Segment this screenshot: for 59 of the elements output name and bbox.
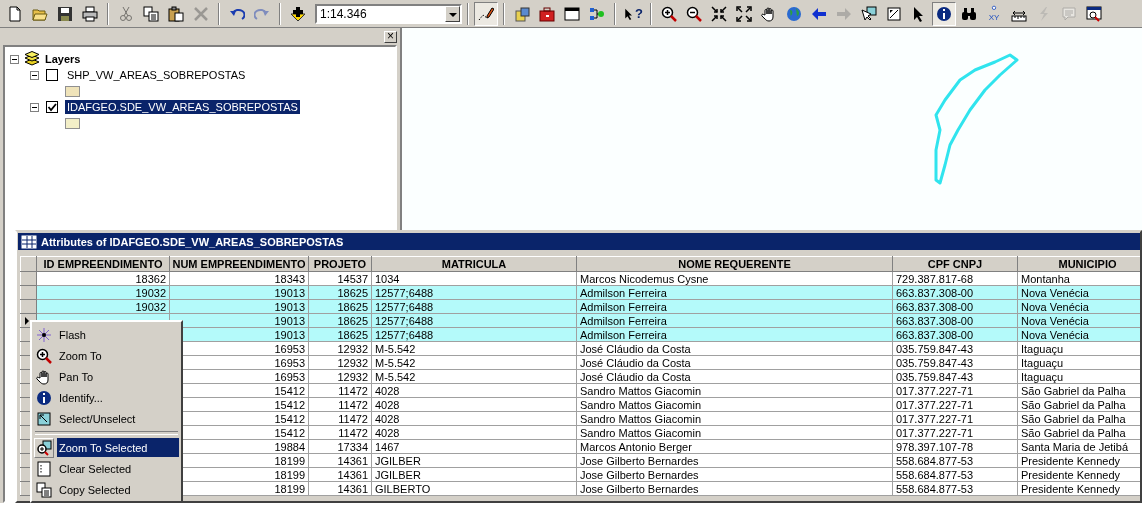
layer-checkbox[interactable] <box>46 69 58 81</box>
clear-selection-icon <box>886 5 902 22</box>
toolbar-button[interactable]: ? <box>621 1 645 26</box>
binoculars-icon <box>961 5 977 22</box>
pencil-icon <box>478 5 494 22</box>
globe-icon <box>786 5 802 22</box>
toolbar-button[interactable] <box>932 1 956 26</box>
select-box-icon <box>36 410 52 427</box>
column-header[interactable]: NUM EMPREENDIMENTO <box>169 256 309 272</box>
column-header[interactable]: NOME REQUERENTE <box>576 256 893 272</box>
add-data-icon <box>290 5 306 22</box>
column-header[interactable]: PROJETO <box>308 256 372 272</box>
collapse-toggle[interactable] <box>30 70 39 80</box>
toolbar-button[interactable]: XY <box>982 1 1006 26</box>
hand-icon <box>761 5 777 22</box>
column-header[interactable]: ID EMPREENDIMENTO <box>36 256 170 272</box>
column-header[interactable]: MATRICULA <box>371 256 577 272</box>
layer-checkbox[interactable] <box>46 101 58 113</box>
save-icon <box>57 5 73 22</box>
toolbar-button[interactable] <box>474 1 498 26</box>
new-document-icon <box>7 5 23 22</box>
column-header[interactable]: MUNICIPIO <box>1017 256 1140 272</box>
info-icon <box>936 5 952 22</box>
dotted-box-icon <box>36 460 52 477</box>
column-header[interactable]: CPF CNPJ <box>892 256 1018 272</box>
arrows-inward-icon <box>711 5 727 22</box>
collapse-toggle[interactable] <box>10 54 19 64</box>
clipboard-icon <box>168 5 184 22</box>
hand-icon <box>36 368 52 385</box>
close-button[interactable]: × <box>384 30 397 43</box>
info-icon <box>36 389 52 406</box>
scissors-icon <box>118 5 134 22</box>
flowchart-icon <box>589 5 605 22</box>
arrows-outward-icon <box>736 5 752 22</box>
layers-icon <box>24 51 40 67</box>
select-all-cell[interactable] <box>20 256 37 272</box>
collapse-toggle[interactable] <box>30 102 39 112</box>
pointer-icon <box>623 6 635 21</box>
printer-icon <box>82 5 98 22</box>
toolbox-icon <box>539 5 555 22</box>
cabinet-icon <box>514 5 530 22</box>
speech-bubble-icon <box>1061 5 1077 22</box>
delete-icon <box>193 5 209 22</box>
layer-name[interactable]: SHP_VW_AREAS_SOBREPOSTAS <box>65 68 248 82</box>
copy-icon <box>36 481 52 498</box>
magnifier-window-icon <box>1086 5 1102 22</box>
zoom-in-icon <box>36 347 52 364</box>
sparkle-icon <box>36 326 52 343</box>
zoom-out-icon <box>686 5 702 22</box>
zoom-selected-icon <box>36 439 52 456</box>
forward-arrow-icon <box>836 5 852 22</box>
window-title: Attributes of IDAFGEO.SDE_VW_AREAS_SOBREPOSTAS <box>41 235 344 248</box>
window-icon <box>564 5 580 22</box>
layer-name[interactable]: IDAFGEO.SDE_VW_AREAS_SOBREPOSTAS <box>65 100 300 114</box>
select-features-icon <box>861 5 877 22</box>
copy-icon <box>143 5 159 22</box>
tree-label[interactable]: Layers <box>45 53 81 65</box>
scale-dropdown[interactable]: 1:14.346 <box>315 3 462 24</box>
zoom-in-icon <box>661 5 677 22</box>
